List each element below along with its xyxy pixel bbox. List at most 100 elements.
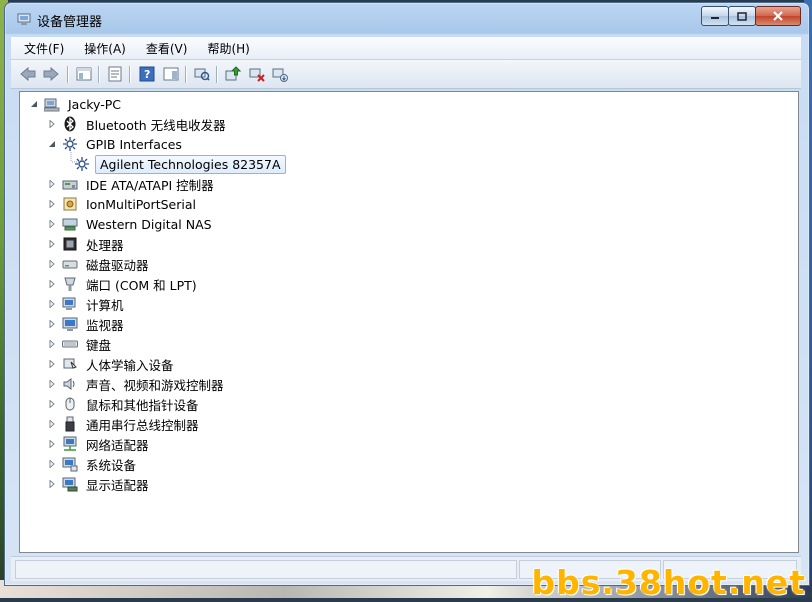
expand-arrow-icon[interactable]	[48, 360, 56, 368]
device-category-item[interactable]: IDE ATA/ATAPI 控制器	[48, 174, 217, 194]
device-tree-item[interactable]: Agilent Technologies 82357A	[68, 154, 286, 174]
properties-icon	[108, 66, 122, 82]
menu-action[interactable]: 操作(A)	[71, 37, 133, 57]
tree-root[interactable]: Jacky-PC	[30, 94, 124, 114]
expand-arrow-icon[interactable]	[48, 400, 56, 408]
menu-bar: 文件(F) 操作(A) 查看(V) 帮助(H)	[11, 37, 801, 60]
expand-arrow-icon[interactable]	[48, 440, 56, 448]
expand-arrow-icon[interactable]	[48, 420, 56, 428]
expand-arrow-icon[interactable]	[48, 240, 56, 248]
menu-file[interactable]: 文件(F)	[11, 37, 71, 57]
device-category-item[interactable]: 端口 (COM 和 LPT)	[48, 274, 200, 294]
serial-card-icon	[62, 196, 78, 212]
device-label: 通用串行总线控制器	[86, 417, 199, 433]
expand-arrow-icon[interactable]	[48, 120, 56, 128]
bluetooth-icon	[62, 116, 78, 132]
device-label: IonMultiPortSerial	[86, 196, 196, 212]
close-button[interactable]	[755, 6, 801, 26]
usb-icon	[62, 416, 78, 432]
selected-device-label: Agilent Technologies 82357A	[95, 154, 286, 174]
keyboard-icon	[62, 336, 78, 352]
show-hide-console-tree-button[interactable]	[75, 65, 93, 83]
computer-name-label: Jacky-PC	[68, 96, 121, 112]
computer-icon	[62, 296, 78, 312]
minimize-button[interactable]	[701, 6, 729, 26]
device-category-item[interactable]: Western Digital NAS	[48, 214, 215, 234]
toolbar-separator	[185, 66, 187, 83]
scan-hardware-button[interactable]	[193, 65, 211, 83]
device-category-item[interactable]: 网络适配器	[48, 434, 152, 454]
gpib-device-icon	[74, 156, 90, 172]
update-driver-icon	[225, 66, 241, 81]
forward-button[interactable]	[42, 65, 60, 83]
gpib-icon	[62, 136, 78, 152]
update-driver-button[interactable]	[224, 65, 242, 83]
device-category-item[interactable]: 人体学输入设备	[48, 354, 177, 374]
back-button[interactable]	[19, 65, 37, 83]
svg-text:?: ?	[144, 68, 150, 81]
expand-arrow-icon[interactable]	[48, 460, 56, 468]
uninstall-device-button[interactable]	[271, 65, 289, 83]
device-label: 计算机	[86, 297, 124, 313]
toolbar-separator	[216, 66, 218, 83]
expand-arrow-icon[interactable]	[48, 340, 56, 348]
device-label: 处理器	[86, 237, 124, 253]
help-icon: ?	[139, 66, 155, 82]
computer-icon	[44, 96, 60, 112]
expand-arrow-icon[interactable]	[48, 220, 56, 228]
action-pane-button[interactable]	[162, 65, 180, 83]
device-category-item[interactable]: GPIB Interfaces	[48, 134, 185, 154]
device-category-item[interactable]: 通用串行总线控制器	[48, 414, 202, 434]
expand-arrow-icon[interactable]	[48, 320, 56, 328]
disable-device-button[interactable]	[248, 65, 266, 83]
device-category-item[interactable]: 键盘	[48, 334, 114, 354]
device-category-item[interactable]: 计算机	[48, 294, 127, 314]
device-label: GPIB Interfaces	[86, 136, 182, 152]
device-category-item[interactable]: 处理器	[48, 234, 127, 254]
title-bar[interactable]: 设备管理器	[5, 3, 809, 34]
device-category-item[interactable]: 显示适配器	[48, 474, 152, 494]
expand-arrow-icon[interactable]	[48, 480, 56, 488]
ide-controller-icon	[62, 176, 78, 192]
forward-arrow-icon	[43, 66, 59, 82]
expand-arrow-icon[interactable]	[48, 380, 56, 388]
collapse-arrow-icon[interactable]	[48, 140, 56, 148]
device-category-item[interactable]: 监视器	[48, 314, 127, 334]
uninstall-device-icon	[272, 68, 288, 82]
expand-arrow-icon[interactable]	[48, 180, 56, 188]
device-label: 声音、视频和游戏控制器	[86, 377, 224, 393]
menu-view[interactable]: 查看(V)	[133, 37, 195, 57]
device-label: Western Digital NAS	[86, 216, 212, 232]
processor-icon	[62, 236, 78, 252]
expand-arrow-icon[interactable]	[48, 280, 56, 288]
disable-device-icon	[249, 68, 265, 82]
menu-help[interactable]: 帮助(H)	[194, 37, 256, 57]
device-category-item[interactable]: 声音、视频和游戏控制器	[48, 374, 227, 394]
device-category-item[interactable]: 鼠标和其他指针设备	[48, 394, 202, 414]
expand-arrow-icon[interactable]	[48, 300, 56, 308]
collapse-arrow-icon[interactable]	[30, 100, 38, 108]
device-label: IDE ATA/ATAPI 控制器	[86, 177, 214, 193]
device-category-item[interactable]: Bluetooth 无线电收发器	[48, 114, 229, 134]
device-tree[interactable]: Jacky-PC Bluetooth 无线电收发器 GPIB Interfaces…	[19, 91, 799, 553]
toolbar-separator	[98, 66, 100, 83]
audio-icon	[62, 376, 78, 392]
window-title: 设备管理器	[37, 15, 103, 30]
device-label: 监视器	[86, 317, 124, 333]
toolbar: ?	[11, 60, 801, 89]
expand-arrow-icon[interactable]	[48, 260, 56, 268]
help-button[interactable]: ?	[138, 65, 156, 83]
device-category-item[interactable]: 磁盘驱动器	[48, 254, 152, 274]
toolbar-separator	[67, 66, 69, 83]
network-adapter-icon	[62, 436, 78, 452]
console-tree-icon	[76, 67, 92, 81]
hid-icon	[62, 356, 78, 372]
status-pane-main	[15, 560, 517, 579]
expand-arrow-icon[interactable]	[48, 200, 56, 208]
device-category-item[interactable]: 系统设备	[48, 454, 139, 474]
system-device-icon	[62, 456, 78, 472]
properties-button[interactable]	[106, 65, 124, 83]
device-category-item[interactable]: IonMultiPortSerial	[48, 194, 199, 214]
device-label: 鼠标和其他指针设备	[86, 397, 199, 413]
maximize-button[interactable]	[728, 6, 756, 26]
